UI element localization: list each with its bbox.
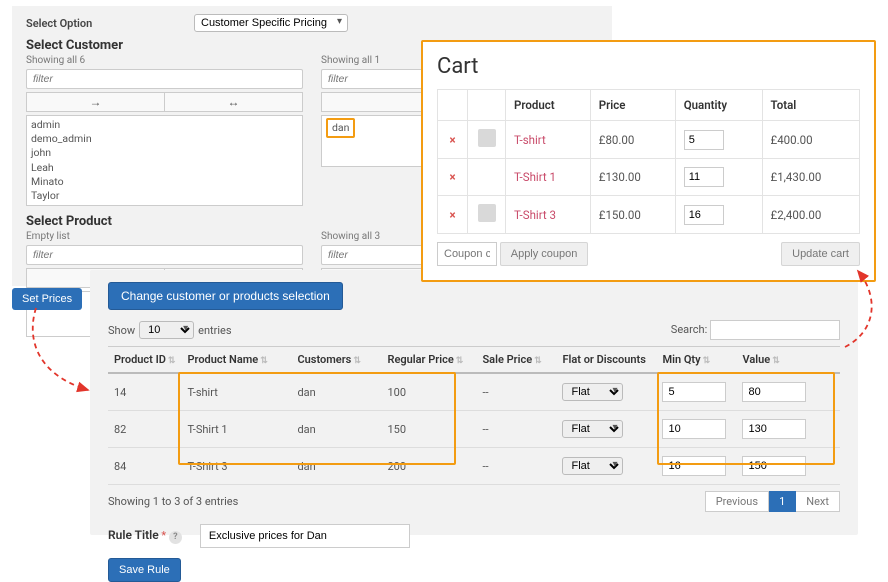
product-left-count: Empty list bbox=[26, 231, 303, 242]
rule-title-input[interactable] bbox=[200, 524, 410, 548]
table-row: 14 T-shirt dan 100 -- Flat bbox=[108, 373, 840, 411]
cart-qty-input[interactable] bbox=[684, 205, 724, 225]
update-cart-button[interactable]: Update cart bbox=[781, 242, 860, 266]
sort-icon[interactable]: ⇅ bbox=[353, 356, 361, 366]
show-label: Show bbox=[108, 324, 135, 337]
sort-icon[interactable]: ⇅ bbox=[456, 356, 464, 366]
save-rule-button[interactable]: Save Rule bbox=[108, 558, 181, 582]
product-thumbnail bbox=[468, 121, 506, 159]
cart-qty-input[interactable] bbox=[684, 130, 724, 150]
value-input[interactable] bbox=[742, 382, 806, 402]
entries-select[interactable]: 10 bbox=[139, 321, 194, 339]
cart-row: × T-shirt £80.00 £400.00 bbox=[438, 121, 860, 159]
value-input[interactable] bbox=[742, 456, 806, 476]
value-input[interactable] bbox=[742, 419, 806, 439]
apply-coupon-button[interactable]: Apply coupon bbox=[500, 242, 589, 266]
product-thumbnail bbox=[468, 159, 506, 196]
sort-icon[interactable]: ⇅ bbox=[703, 356, 711, 366]
discount-mode-select[interactable]: Flat bbox=[562, 457, 623, 475]
table-row: 84 T-Shirt 3 dan 200 -- Flat bbox=[108, 448, 840, 485]
required-star: * bbox=[161, 529, 166, 542]
customer-left-count: Showing all 6 bbox=[26, 55, 303, 66]
cart-title: Cart bbox=[437, 54, 860, 79]
rule-title-label: Rule Title bbox=[108, 528, 159, 542]
move-right-button[interactable]: → bbox=[26, 92, 165, 112]
product-thumbnail bbox=[468, 196, 506, 234]
remove-item-button[interactable]: × bbox=[438, 121, 468, 159]
table-row: 82 T-Shirt 1 dan 150 -- Flat bbox=[108, 411, 840, 448]
coupon-input[interactable] bbox=[437, 242, 497, 266]
help-icon[interactable]: ? bbox=[169, 531, 182, 544]
sort-icon[interactable]: ⇅ bbox=[534, 356, 542, 366]
customer-left-filter[interactable] bbox=[26, 69, 303, 89]
cart-product-link[interactable]: T-shirt bbox=[506, 121, 591, 159]
tshirt-icon bbox=[478, 129, 496, 147]
grid-footer-info: Showing 1 to 3 of 3 entries bbox=[108, 495, 238, 508]
discount-mode-select[interactable]: Flat bbox=[562, 420, 623, 438]
set-prices-button[interactable]: Set Prices bbox=[12, 288, 82, 310]
change-selection-button[interactable]: Change customer or products selection bbox=[108, 282, 343, 310]
search-input[interactable] bbox=[710, 320, 840, 340]
min-qty-input[interactable] bbox=[662, 382, 726, 402]
cart-product-link[interactable]: T-Shirt 3 bbox=[506, 196, 591, 234]
select-option-label: Select Option bbox=[26, 17, 194, 30]
selected-customer-chip: dan bbox=[326, 118, 355, 138]
pricing-grid: Product ID⇅ Product Name⇅ Customers⇅ Reg… bbox=[108, 346, 840, 485]
pager-prev[interactable]: Previous bbox=[705, 491, 769, 512]
pager-page[interactable]: 1 bbox=[769, 491, 796, 512]
cart-panel: Cart Product Price Quantity Total × T-sh… bbox=[421, 40, 876, 282]
cart-qty-input[interactable] bbox=[684, 167, 724, 187]
remove-item-button[interactable]: × bbox=[438, 159, 468, 196]
discount-mode-select[interactable]: Flat bbox=[562, 383, 623, 401]
rule-panel: Change customer or products selection Sh… bbox=[90, 270, 858, 535]
remove-item-button[interactable]: × bbox=[438, 196, 468, 234]
sort-icon[interactable]: ⇅ bbox=[772, 356, 780, 366]
sort-icon[interactable]: ⇅ bbox=[260, 356, 268, 366]
min-qty-input[interactable] bbox=[662, 456, 726, 476]
pager-next[interactable]: Next bbox=[796, 491, 840, 512]
customer-available-list[interactable]: admin demo_admin john Leah Minato Taylor bbox=[26, 115, 303, 206]
min-qty-input[interactable] bbox=[662, 419, 726, 439]
product-left-filter[interactable] bbox=[26, 245, 303, 265]
sort-icon[interactable]: ⇅ bbox=[168, 356, 176, 366]
cart-row: × T-Shirt 3 £150.00 £2,400.00 bbox=[438, 196, 860, 234]
entries-label: entries bbox=[198, 324, 231, 337]
cart-row: × T-Shirt 1 £130.00 £1,430.00 bbox=[438, 159, 860, 196]
pager: Previous 1 Next bbox=[705, 491, 840, 512]
cart-table: Product Price Quantity Total × T-shirt £… bbox=[437, 89, 860, 234]
select-option-dropdown[interactable]: Customer Specific Pricing bbox=[194, 14, 348, 32]
tshirt-icon bbox=[478, 204, 496, 222]
search-label: Search: bbox=[671, 323, 707, 336]
cart-product-link[interactable]: T-Shirt 1 bbox=[506, 159, 591, 196]
move-all-button[interactable]: ↔ bbox=[165, 92, 303, 112]
